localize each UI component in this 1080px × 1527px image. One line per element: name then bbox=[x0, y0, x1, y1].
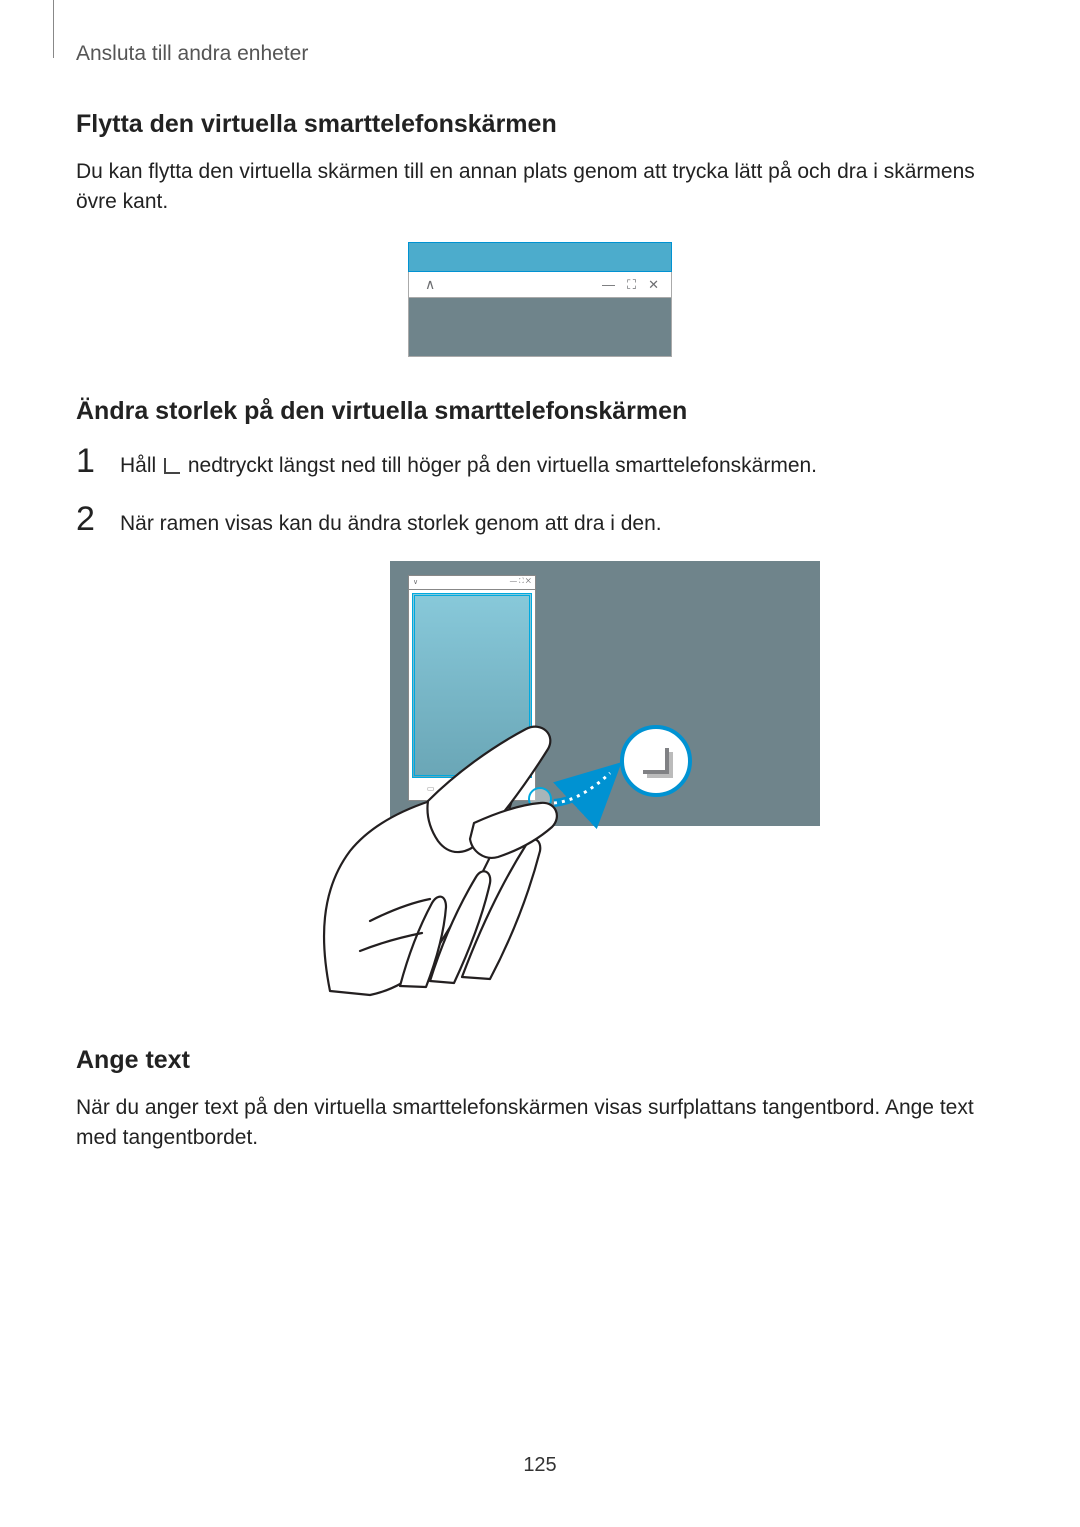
window-controls: — ⛶ ✕ bbox=[602, 277, 661, 293]
figure-body bbox=[408, 297, 672, 357]
caret-up-icon: ∧ bbox=[425, 276, 435, 293]
figure-move: ∧ — ⛶ ✕ bbox=[76, 242, 1004, 357]
section-text-move: Du kan flytta den virtuella skärmen till… bbox=[76, 157, 1004, 218]
page-content: Flytta den virtuella smarttelefonskärmen… bbox=[76, 110, 1004, 1178]
resize-corner-icon bbox=[164, 458, 180, 474]
close-icon: ✕ bbox=[648, 277, 661, 293]
page-tab-marker bbox=[46, 0, 54, 58]
step-number-2: 2 bbox=[76, 502, 102, 536]
figure-resize: ∨ — ⛶ ✕ ▭ ○ ◁ bbox=[76, 561, 1004, 996]
step-1-text: Håll nedtryckt längst ned till höger på … bbox=[120, 451, 1004, 480]
phone-titlebar: ∨ — ⛶ ✕ bbox=[409, 576, 535, 590]
step-2-text: När ramen visas kan du ändra storlek gen… bbox=[120, 509, 1004, 538]
step-1-text-a: Håll bbox=[120, 454, 162, 477]
page-number: 125 bbox=[0, 1454, 1080, 1477]
section-title-text-entry: Ange text bbox=[76, 1046, 1004, 1075]
section-text-text-entry: När du anger text på den virtuella smart… bbox=[76, 1093, 1004, 1154]
step-2: 2 När ramen visas kan du ändra storlek g… bbox=[76, 502, 1004, 538]
maximize-icon: ⛶ bbox=[627, 277, 638, 293]
figure-move-illustration: ∧ — ⛶ ✕ bbox=[408, 242, 672, 357]
step-1-text-b: nedtryckt längst ned till höger på den v… bbox=[188, 454, 817, 477]
page-header: Ansluta till andra enheter bbox=[76, 42, 308, 66]
step-1: 1 Håll nedtryckt längst ned till höger p… bbox=[76, 444, 1004, 480]
figure-titlebar: ∧ — ⛶ ✕ bbox=[408, 272, 672, 298]
figure-resize-illustration: ∨ — ⛶ ✕ ▭ ○ ◁ bbox=[260, 561, 820, 991]
figure-titlebar-highlight bbox=[408, 242, 672, 272]
phone-window-controls: — ⛶ ✕ bbox=[510, 578, 531, 586]
caret-down-icon: ∨ bbox=[413, 578, 418, 586]
minimize-icon: — bbox=[602, 277, 617, 293]
section-title-resize: Ändra storlek på den virtuella smarttele… bbox=[76, 397, 1004, 426]
step-number-1: 1 bbox=[76, 444, 102, 478]
hand-illustration bbox=[260, 681, 660, 1001]
section-title-move: Flytta den virtuella smarttelefonskärmen bbox=[76, 110, 1004, 139]
